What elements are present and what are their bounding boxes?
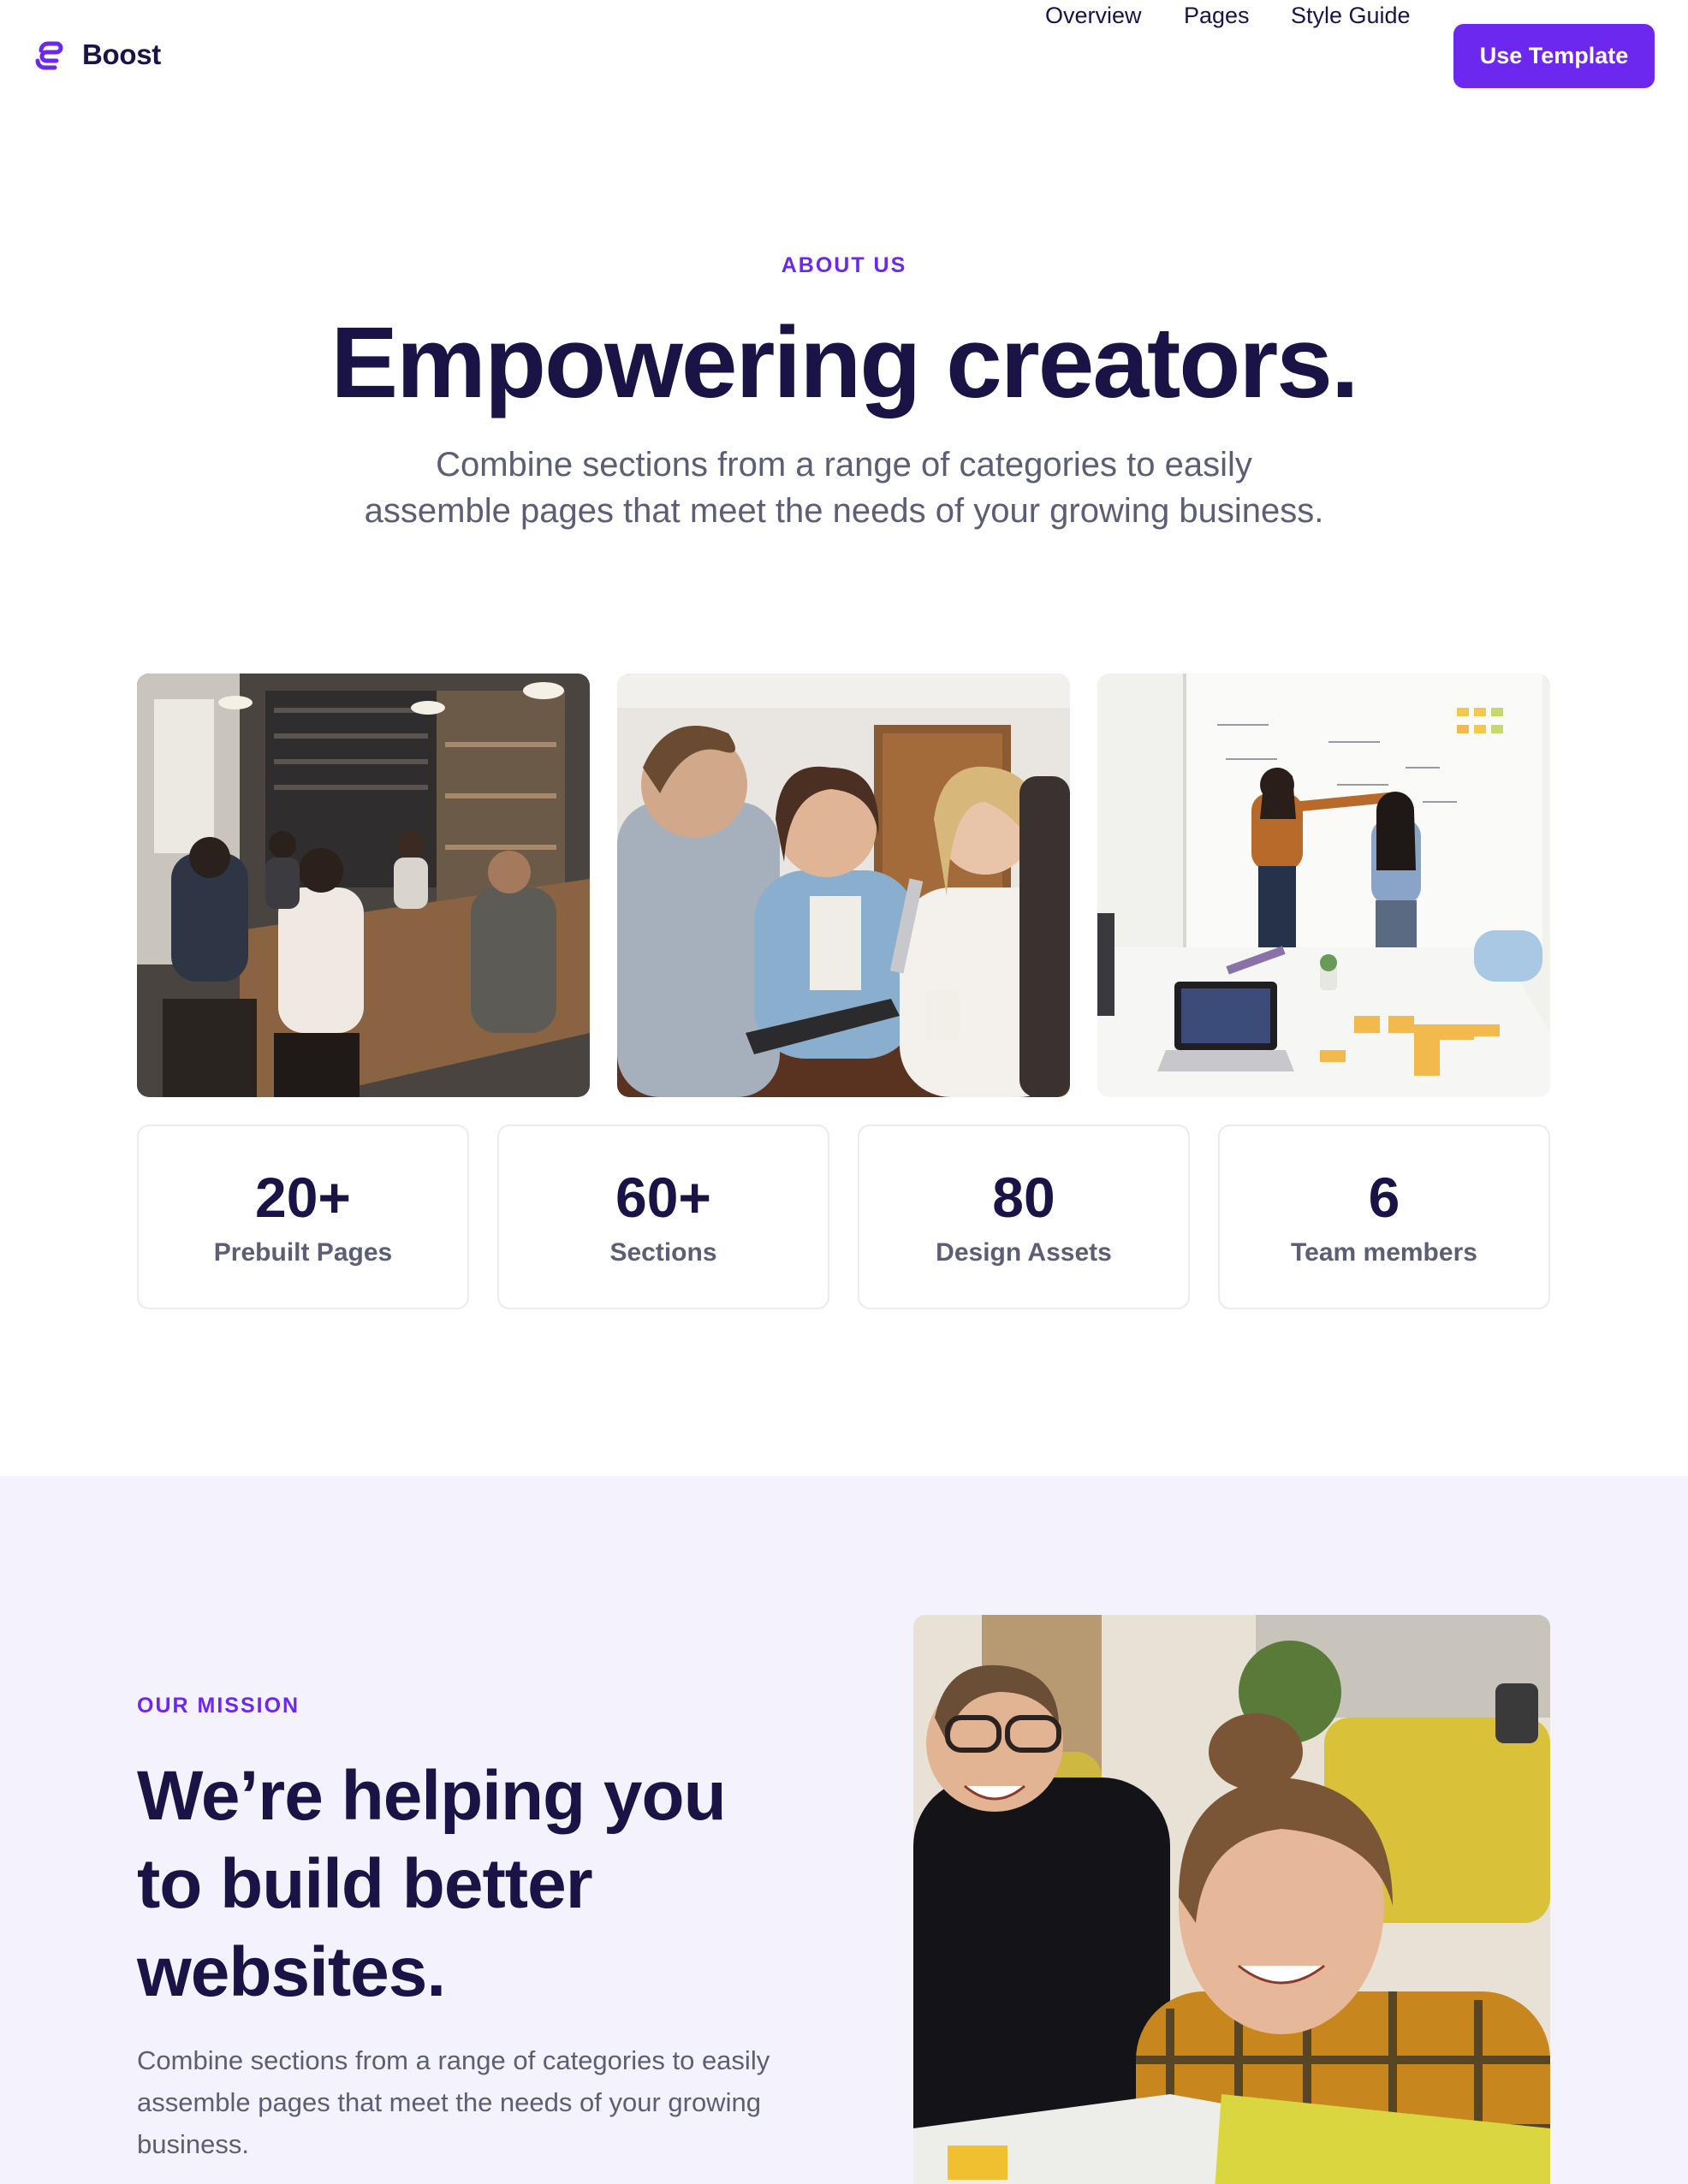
stat-card-sections: 60+ Sections [497, 1125, 829, 1309]
mission-title-line: to build better [137, 1845, 593, 1923]
nav-link-pages[interactable]: Pages [1184, 0, 1250, 31]
mission-text-line: Combine sections from a range of categor… [137, 2045, 770, 2075]
mission-section: OUR MISSION We’re helping you to build b… [0, 1476, 1688, 2184]
stat-card-team-members: 6 Team members [1218, 1125, 1550, 1309]
whiteboard-brainstorm-photo [1097, 674, 1550, 1097]
stat-value: 60+ [615, 1166, 711, 1229]
colleagues-collaborating-photo [617, 674, 1070, 1097]
stat-value: 6 [1368, 1166, 1400, 1229]
stat-label: Prebuilt Pages [213, 1238, 393, 1267]
stat-value: 20+ [255, 1166, 351, 1229]
mission-title-line: websites. [137, 1933, 446, 2011]
mission-text-line: business. [137, 2129, 249, 2159]
brand-logo[interactable]: Boost [33, 38, 161, 72]
hero-eyebrow: ABOUT US [781, 253, 907, 277]
team-meeting-photo [137, 674, 590, 1097]
stat-value: 80 [992, 1166, 1055, 1229]
boost-logo-icon [35, 41, 63, 70]
top-navigation: Boost Overview Pages Style Guide Use Tem… [0, 0, 1688, 111]
hero-title: Empowering creators. [330, 306, 1358, 419]
hero-subtitle-line: assemble pages that meet the needs of yo… [364, 492, 1324, 530]
nav-link-overview[interactable]: Overview [1045, 0, 1142, 31]
mission-title-line: We’re helping you [137, 1757, 727, 1835]
stat-label: Team members [1291, 1238, 1477, 1267]
use-template-button[interactable]: Use Template [1453, 24, 1655, 88]
hero-subtitle-line: Combine sections from a range of categor… [436, 446, 1252, 484]
mission-title: We’re helping you to build better websit… [137, 1752, 788, 2016]
brand-name: Boost [82, 39, 161, 70]
mission-text-line: assemble pages that meet the needs of yo… [137, 2087, 761, 2117]
mission-description: Combine sections from a range of categor… [137, 2039, 788, 2165]
stat-label: Sections [609, 1238, 717, 1267]
nav-link-style-guide[interactable]: Style Guide [1291, 0, 1411, 31]
hero-subtitle: Combine sections from a range of categor… [330, 442, 1358, 534]
stat-card-design-assets: 80 Design Assets [858, 1125, 1190, 1309]
mission-eyebrow: OUR MISSION [137, 1694, 300, 1718]
stat-card-prebuilt-pages: 20+ Prebuilt Pages [137, 1125, 469, 1309]
stat-label: Design Assets [936, 1238, 1112, 1267]
smiling-coworkers-photo [913, 1615, 1550, 2184]
